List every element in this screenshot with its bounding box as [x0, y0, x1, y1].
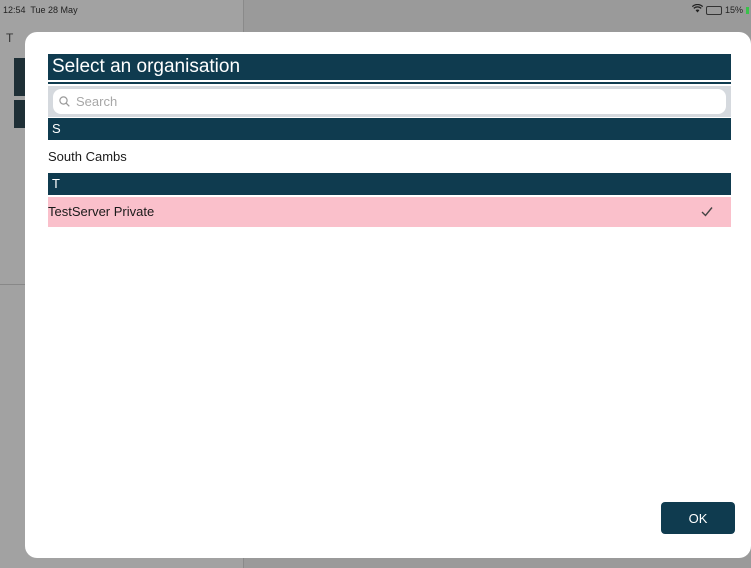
ok-button[interactable]: OK	[661, 502, 735, 534]
section-header-s: S	[48, 118, 731, 140]
wifi-icon	[691, 3, 704, 16]
organisation-picker-modal: Select an organisation S South Cambs T T…	[25, 32, 751, 558]
battery-percent: 15%	[724, 5, 743, 15]
search-bar	[48, 86, 731, 117]
checkmark-icon	[701, 207, 713, 217]
section-header-t: T	[48, 173, 731, 195]
battery-icon	[705, 5, 722, 15]
search-input[interactable]	[74, 93, 698, 110]
header-divider	[48, 82, 731, 84]
status-date: Tue 28 May	[30, 5, 78, 15]
modal-title: Select an organisation	[48, 54, 731, 80]
status-indicators: 15%	[691, 3, 749, 16]
list-item-label: TestServer Private	[48, 204, 155, 219]
status-clock: 12:54	[3, 5, 26, 15]
background-sidebar-title: T	[6, 31, 14, 45]
list-item-label: South Cambs	[48, 149, 127, 164]
status-bar: 12:54 Tue 28 May 15%	[0, 0, 751, 18]
search-field[interactable]	[53, 89, 726, 114]
list-item-south-cambs[interactable]: South Cambs	[48, 142, 731, 172]
search-icon	[59, 96, 70, 107]
battery-level-indicator	[746, 6, 749, 14]
list-item-testserver-private[interactable]: TestServer Private	[48, 197, 731, 227]
status-time: 12:54 Tue 28 May	[3, 5, 78, 15]
